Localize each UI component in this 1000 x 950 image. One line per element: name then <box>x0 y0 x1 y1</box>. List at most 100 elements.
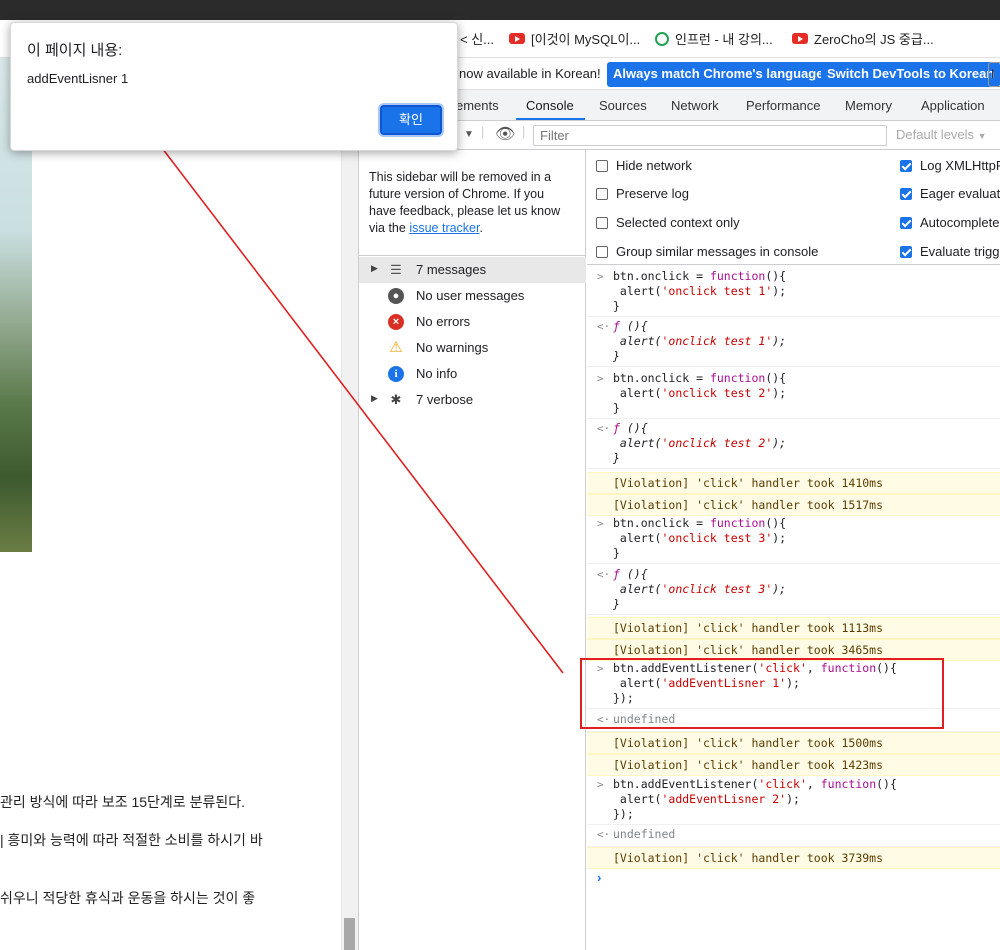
bookmark-label: [이것이 MySQL이... <box>531 32 641 47</box>
checkbox-box <box>596 245 608 258</box>
input-prompt-icon: > <box>597 517 604 530</box>
levels-label: Default levels <box>896 127 975 142</box>
default-levels-dropdown[interactable]: Default levels ▼ <box>896 127 987 142</box>
dialog-title: 이 페이지 내용: <box>27 42 123 59</box>
sidebar-item-info[interactable]: i No info <box>359 361 586 387</box>
switch-devtools-korean-button[interactable]: Switch DevTools to Korean <box>821 62 1000 87</box>
selected-context-checkbox[interactable]: Selected context only <box>596 215 740 230</box>
evaluate-triggers-checkbox[interactable]: Evaluate trigg <box>900 244 1000 259</box>
console-code: btn.addEventListener('click', function()… <box>613 777 897 821</box>
sidebar-item-label: No warnings <box>416 340 489 355</box>
console-filter-input[interactable]: Filter <box>533 125 887 146</box>
console-code: ƒ (){ alert('onclick test 1'); } <box>613 319 787 363</box>
result-arrow-icon: <· <box>597 568 611 581</box>
tab-memory[interactable]: Memory <box>845 98 892 113</box>
bookmark-item[interactable]: [이것이 MySQL이... <box>509 29 640 48</box>
sidebar-item-verbose[interactable]: ▶ ✱ 7 verbose <box>359 387 586 413</box>
console-violation: [Violation] 'click' handler took 1113ms <box>587 617 1000 639</box>
dialog-message: addEventLisner 1 <box>27 71 129 86</box>
active-tab-indicator <box>516 118 585 120</box>
console-violation: [Violation] 'click' handler took 1517ms <box>587 494 1000 516</box>
user-icon: ● <box>388 288 404 304</box>
page-scrollbar[interactable] <box>341 58 358 950</box>
sidebar-item-user-messages[interactable]: ● No user messages <box>359 283 586 309</box>
page-text-line: | 흥미와 능력에 따라 적절한 소비를 하시기 바 <box>0 832 263 848</box>
bookmark-item[interactable]: 인프런 - 내 강의... <box>655 29 773 48</box>
console-prompt-caret-icon[interactable]: › <box>597 870 601 885</box>
console-input-entry: > btn.onclick = function(){ alert('oncli… <box>587 371 1000 419</box>
tab-application[interactable]: Application <box>921 98 985 113</box>
expand-arrow-icon[interactable]: ▶ <box>371 393 378 404</box>
checkbox-label: Hide network <box>616 158 692 173</box>
violation-text: [Violation] 'click' handler took 1423ms <box>613 758 884 772</box>
checkbox-label: Selected context only <box>616 215 740 230</box>
page-scrollbar-thumb[interactable] <box>344 918 355 950</box>
sidebar-item-label: No info <box>416 366 458 381</box>
input-prompt-icon: > <box>597 270 604 283</box>
input-prompt-icon: > <box>597 372 604 385</box>
bug-icon: ✱ <box>390 392 402 407</box>
list-icon: ☰ <box>390 262 402 277</box>
youtube-icon <box>792 33 808 44</box>
log-xhr-checkbox[interactable]: Log XMLHttpR <box>900 158 1000 173</box>
violation-text: [Violation] 'click' handler took 1410ms <box>613 476 884 490</box>
console-code: btn.onclick = function(){ alert('onclick… <box>613 269 787 313</box>
checkbox-box <box>900 159 912 172</box>
tab-network[interactable]: Network <box>671 98 719 113</box>
alert-dialog: 이 페이지 내용: addEventLisner 1 확인 <box>10 22 458 151</box>
eager-evaluation-checkbox[interactable]: Eager evaluati <box>900 186 1000 201</box>
console-result-entry: <· ƒ (){ alert('onclick test 1'); } <box>587 319 1000 367</box>
toolbar-divider: | <box>481 124 485 139</box>
group-similar-checkbox[interactable]: Group similar messages in console <box>596 244 818 259</box>
tab-console[interactable]: Console <box>526 98 574 113</box>
console-input-entry: > btn.onclick = function(){ alert('oncli… <box>587 516 1000 564</box>
expand-arrow-icon[interactable]: ▶ <box>371 263 378 274</box>
devtools-panel: now available in Korean! Always match Ch… <box>358 58 1000 950</box>
sidebar-item-label: No errors <box>416 314 471 329</box>
checkbox-box <box>900 216 912 229</box>
console-output[interactable]: > btn.onclick = function(){ alert('oncli… <box>587 265 1000 950</box>
filter-placeholder: Filter <box>540 128 569 143</box>
bookmark-item[interactable]: < 신... <box>460 29 494 48</box>
issue-tracker-link[interactable]: issue tracker <box>409 221 479 235</box>
bookmark-item[interactable]: ZeroCho의 JS 중급... <box>792 29 934 48</box>
toolbar-divider: | <box>522 124 526 139</box>
tab-elements[interactable]: ements <box>456 98 499 113</box>
inflearn-icon <box>655 31 669 46</box>
dialog-ok-button[interactable]: 확인 <box>380 105 442 135</box>
browser-tabstrip <box>0 0 1000 20</box>
console-violation: [Violation] 'click' handler took 1500ms <box>587 732 1000 754</box>
console-result-entry: <· undefined <box>587 827 1000 847</box>
autocomplete-checkbox[interactable]: Autocomplete <box>900 215 1000 230</box>
preserve-log-checkbox[interactable]: Preserve log <box>596 186 689 201</box>
context-dropdown-chevron-icon[interactable]: ▼ <box>464 129 474 140</box>
sidebar-item-warnings[interactable]: ⚠ No warnings <box>359 335 586 361</box>
result-arrow-icon: <· <box>597 422 611 435</box>
bookmark-label: < 신... <box>460 32 494 47</box>
infobar-text: now available in Korean! <box>459 66 601 81</box>
result-arrow-icon: <· <box>597 828 611 841</box>
sidebar-item-label: No user messages <box>416 288 525 303</box>
console-sidebar: This sidebar will be removed in a future… <box>359 150 586 950</box>
sidebar-item-errors[interactable]: × No errors <box>359 309 586 335</box>
sidebar-item-label: 7 messages <box>416 262 487 277</box>
sidebar-item-label: 7 verbose <box>416 392 474 407</box>
always-match-language-button[interactable]: Always match Chrome's language <box>607 62 830 87</box>
checkbox-label: Preserve log <box>616 186 689 201</box>
checkbox-label: Evaluate trigg <box>920 244 1000 259</box>
eye-icon[interactable]: 👁 <box>495 124 515 144</box>
result-arrow-icon: <· <box>597 320 611 333</box>
sidebar-divider <box>359 255 586 256</box>
console-code: ƒ (){ alert('onclick test 3'); } <box>613 567 787 611</box>
violation-text: [Violation] 'click' handler took 1113ms <box>613 621 884 635</box>
hide-network-checkbox[interactable]: Hide network <box>596 158 692 173</box>
console-result-entry: <· ƒ (){ alert('onclick test 2'); } <box>587 421 1000 469</box>
chevron-down-icon: ▼ <box>977 131 987 141</box>
tab-performance[interactable]: Performance <box>746 98 820 113</box>
checkbox-label: Log XMLHttpR <box>920 158 1000 173</box>
bookmark-label: ZeroCho의 JS 중급... <box>814 32 934 47</box>
dont-show-again-button[interactable]: I <box>988 62 1000 87</box>
sidebar-item-messages[interactable]: ▶ ☰ 7 messages <box>359 257 586 283</box>
console-code: btn.onclick = function(){ alert('onclick… <box>613 371 787 415</box>
tab-sources[interactable]: Sources <box>599 98 647 113</box>
